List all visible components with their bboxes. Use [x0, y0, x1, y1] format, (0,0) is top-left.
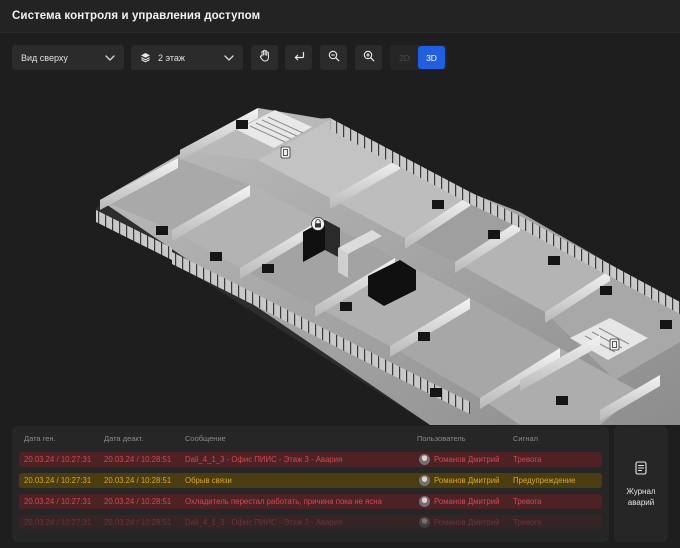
floor-plan-3d[interactable] — [0, 80, 680, 425]
cell-signal: Тревога — [513, 497, 542, 506]
table-row[interactable]: 20.03.24 / 10:27:31 20.03.24 / 10:28:51 … — [19, 452, 602, 467]
view-mode-toggle: 2D 3D — [390, 45, 447, 70]
cell-user: Романов Дмитрий — [434, 476, 500, 485]
zoom-in-icon — [363, 49, 375, 67]
cell-user: Романов Дмитрий — [434, 455, 500, 464]
zoom-out-icon — [328, 49, 340, 67]
cell-date-gen: 20.03.24 / 10:27:31 — [24, 455, 92, 464]
zoom-in-button[interactable] — [355, 45, 382, 70]
cell-date-deact: 20.03.24 / 10:28:51 — [104, 455, 172, 464]
view-mode-3d[interactable]: 3D — [418, 46, 445, 69]
lock-marker-icon — [311, 217, 325, 231]
door-marker-icon — [280, 146, 291, 159]
table-row[interactable]: 20.03.24 / 10:27:31 20.03.24 / 10:28:51 … — [19, 515, 602, 530]
hand-pan-icon — [259, 49, 271, 67]
avatar — [419, 454, 430, 465]
floor-plan-render — [96, 108, 680, 425]
floor-select[interactable]: 2 этаж — [131, 45, 243, 70]
cell-user: Романов Дмитрий — [434, 518, 500, 527]
door-marker-icon — [609, 338, 620, 351]
journal-label: Журнал аварий — [626, 486, 656, 507]
cell-signal: Предупреждение — [513, 476, 576, 485]
cell-date-deact: 20.03.24 / 10:28:51 — [104, 476, 172, 485]
cell-date-gen: 20.03.24 / 10:27:31 — [24, 476, 92, 485]
table-row[interactable]: 20.03.24 / 10:27:31 20.03.24 / 10:28:51 … — [19, 494, 602, 509]
journal-doc-icon — [635, 460, 647, 480]
undo-button[interactable] — [285, 45, 312, 70]
zoom-out-button[interactable] — [320, 45, 347, 70]
cell-date-gen: 20.03.24 / 10:27:31 — [24, 497, 92, 506]
column-signal[interactable]: Сигнал — [513, 434, 538, 443]
column-message[interactable]: Сообщение — [185, 434, 226, 443]
layers-icon — [140, 52, 151, 63]
cell-message: Dali_4_1_3 - Офис ПИИС - Этаж 3 - Авария — [185, 455, 343, 464]
cell-date-gen: 20.03.24 / 10:27:31 — [24, 518, 92, 527]
cell-message: Охладитель перестал работать, причина по… — [185, 497, 382, 506]
chevron-down-icon — [105, 54, 115, 61]
cell-signal: Тревога — [513, 518, 542, 527]
avatar — [419, 496, 430, 507]
app-title: Система контроля и управления доступом — [12, 10, 261, 22]
event-log-header: Дата ген. Дата деакт. Сообщение Пользова… — [12, 426, 609, 450]
top-bar: Система контроля и управления доступом — [0, 0, 680, 33]
view-select-value: Вид сверху — [21, 52, 68, 63]
journal-button[interactable]: Журнал аварий — [614, 426, 668, 542]
avatar — [419, 475, 430, 486]
event-log-panel: Дата ген. Дата деакт. Сообщение Пользова… — [12, 426, 609, 542]
cell-message: Обрыв связи — [185, 476, 232, 485]
table-row[interactable]: 20.03.24 / 10:27:31 20.03.24 / 10:28:51 … — [19, 473, 602, 488]
column-date-gen[interactable]: Дата ген. — [24, 434, 56, 443]
column-user[interactable]: Пользователь — [417, 434, 466, 443]
column-date-deact[interactable]: Дата деакт. — [104, 434, 143, 443]
cell-date-deact: 20.03.24 / 10:28:51 — [104, 497, 172, 506]
cell-user: Романов Дмитрий — [434, 497, 500, 506]
undo-icon — [293, 49, 305, 67]
cell-signal: Тревога — [513, 455, 542, 464]
floor-select-value: 2 этаж — [158, 52, 185, 63]
view-select[interactable]: Вид сверху — [12, 45, 124, 70]
chevron-down-icon — [224, 54, 234, 61]
cell-message: Dali_4_1_3 - Офис ПИИС - Этаж 3 - Авария — [185, 518, 343, 527]
cell-date-deact: 20.03.24 / 10:28:51 — [104, 518, 172, 527]
view-mode-2d[interactable]: 2D — [391, 46, 418, 69]
pan-button[interactable] — [251, 45, 278, 70]
avatar — [419, 517, 430, 528]
